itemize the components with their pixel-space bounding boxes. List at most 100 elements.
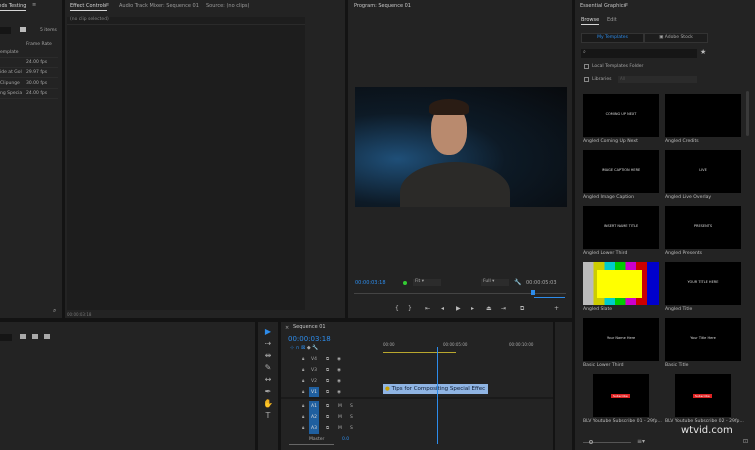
- track-label[interactable]: A3: [309, 423, 319, 434]
- selection-tool-icon[interactable]: ▶: [263, 327, 273, 337]
- local-folder-checkbox[interactable]: [584, 64, 589, 69]
- solo-button[interactable]: S: [350, 412, 353, 423]
- playhead-marker[interactable]: [531, 290, 535, 295]
- clip[interactable]: ● Tips for Compositing Special Effec: [383, 384, 489, 394]
- zoom-slider-handle[interactable]: [589, 440, 593, 444]
- template-search-input[interactable]: ⌕: [581, 49, 697, 58]
- lock-icon[interactable]: 🔒︎: [302, 412, 304, 423]
- view-icon[interactable]: [32, 334, 38, 339]
- playhead[interactable]: [437, 347, 438, 444]
- list-item[interactable]: 24.00 fps: [0, 58, 58, 68]
- view-icon[interactable]: [44, 334, 50, 339]
- tab-audio-track-mixer[interactable]: Audio Track Mixer: Sequence 01: [119, 3, 199, 9]
- project-search-input[interactable]: [0, 27, 11, 34]
- track-header[interactable]: 🔒︎ V3 ⧉ ◉: [281, 365, 381, 376]
- solo-button[interactable]: S: [350, 401, 353, 412]
- track-header[interactable]: 🔒︎ A3 ⧉ M S: [281, 423, 381, 434]
- list-item[interactable]: emplate: [0, 48, 58, 58]
- compare-button[interactable]: ⧉: [520, 305, 524, 313]
- timeline-timecode[interactable]: 00:00:03:18: [288, 335, 331, 343]
- template-thumbnail[interactable]: IMAGE CAPTION HERE: [583, 150, 659, 193]
- go-to-out-button[interactable]: ⇥: [501, 305, 506, 312]
- lift-button[interactable]: ⏏: [486, 305, 492, 312]
- solo-button[interactable]: S: [350, 423, 353, 434]
- search-icon[interactable]: ⌕: [53, 307, 56, 315]
- eye-icon[interactable]: ◉: [337, 376, 341, 387]
- tab-edit[interactable]: Edit: [607, 17, 617, 23]
- my-templates-button[interactable]: My Templates: [581, 33, 644, 43]
- sort-icon[interactable]: ≡▾: [637, 438, 645, 445]
- mark-out-button[interactable]: }: [408, 305, 412, 312]
- sync-icon[interactable]: ⧉: [326, 354, 329, 365]
- template-thumbnail[interactable]: YOUR TITLE HERE: [665, 262, 741, 305]
- view-icon[interactable]: [20, 334, 26, 339]
- libraries-dropdown[interactable]: All: [618, 76, 697, 83]
- list-item[interactable]: Clipunge 30.00 fps: [0, 79, 58, 89]
- track-header[interactable]: 🔒︎ A1 ⧉ M S: [281, 401, 381, 412]
- media-path-input[interactable]: [0, 334, 12, 341]
- mute-button[interactable]: M: [338, 412, 342, 423]
- lock-icon[interactable]: 🔒︎: [302, 401, 304, 412]
- track-header[interactable]: 🔒︎ V2 ⧉ ◉: [281, 376, 381, 387]
- play-button[interactable]: ▶: [456, 305, 461, 312]
- sync-icon[interactable]: ⧉: [326, 412, 329, 423]
- wrench-icon[interactable]: 🔧: [514, 279, 521, 286]
- step-forward-button[interactable]: ▸: [471, 305, 474, 312]
- template-thumbnail[interactable]: Your Name Here: [583, 318, 659, 361]
- go-to-in-button[interactable]: ⇤: [425, 305, 430, 312]
- fit-dropdown[interactable]: Fit ▾: [413, 279, 441, 286]
- zoom-bar[interactable]: [534, 297, 565, 298]
- menu-icon[interactable]: ≡: [624, 2, 628, 8]
- libraries-checkbox[interactable]: [584, 77, 589, 82]
- template-thumbnail[interactable]: [665, 94, 741, 137]
- eye-icon[interactable]: ◉: [337, 365, 341, 376]
- track-header[interactable]: 🔒︎ A2 ⧉ M S: [281, 412, 381, 423]
- mute-button[interactable]: M: [338, 401, 342, 412]
- menu-icon[interactable]: ≡: [32, 2, 36, 8]
- tab-effect-controls[interactable]: Effect Controls: [70, 3, 107, 11]
- add-button[interactable]: +: [554, 305, 559, 312]
- template-thumbnail[interactable]: COMING UP NEXT: [583, 94, 659, 137]
- template-thumbnail[interactable]: LIVE: [665, 150, 741, 193]
- column-frame-rate[interactable]: Frame Rate: [26, 42, 52, 47]
- mark-in-button[interactable]: {: [395, 305, 399, 312]
- list-item[interactable]: ide at Gol 29.97 fps: [0, 68, 58, 78]
- ripple-edit-icon[interactable]: ⇹: [263, 351, 273, 361]
- slip-icon[interactable]: ↔: [263, 375, 273, 385]
- lock-icon[interactable]: 🔒︎: [302, 365, 304, 376]
- master-value[interactable]: 0.0: [342, 434, 349, 445]
- type-icon[interactable]: T: [263, 411, 273, 421]
- template-thumbnail[interactable]: Your Title Here: [665, 318, 741, 361]
- tab-project[interactable]: Pinds Testing: [0, 3, 27, 11]
- tab-browse[interactable]: Browse: [581, 17, 600, 25]
- adobe-stock-button[interactable]: ▣ Adobe Stock: [644, 33, 708, 43]
- quality-dropdown[interactable]: Full ▾: [481, 279, 509, 286]
- template-thumbnail[interactable]: [583, 262, 659, 305]
- tab-source[interactable]: Source: (no clips): [206, 3, 249, 9]
- snap-icons[interactable]: ⊹ ∩ ⊠ ◆ 🔧: [290, 345, 318, 351]
- track-label[interactable]: V2: [309, 376, 319, 387]
- track-label[interactable]: A2: [309, 412, 319, 423]
- track-label[interactable]: V4: [309, 354, 319, 365]
- template-thumbnail[interactable]: Subscribe: [593, 374, 649, 417]
- razor-icon[interactable]: ✎: [263, 363, 273, 373]
- mute-button[interactable]: M: [338, 423, 342, 434]
- eye-icon[interactable]: ◉: [337, 354, 341, 365]
- list-item[interactable]: ng Specia 24.00 fps: [0, 89, 58, 99]
- timeline-hscroll[interactable]: [289, 444, 334, 445]
- sync-icon[interactable]: ⧉: [326, 365, 329, 376]
- sync-icon[interactable]: ⧉: [326, 376, 329, 387]
- hand-icon[interactable]: ✋: [263, 399, 273, 409]
- menu-icon[interactable]: ≡: [105, 2, 109, 8]
- new-item-icon[interactable]: ⊡: [743, 438, 748, 445]
- template-thumbnail[interactable]: PRESENTS: [665, 206, 741, 249]
- close-icon[interactable]: ×: [285, 325, 289, 331]
- template-thumbnail[interactable]: Subscribe: [675, 374, 731, 417]
- pen-icon[interactable]: ✒: [263, 387, 273, 397]
- lock-icon[interactable]: 🔒︎: [302, 376, 304, 387]
- sync-icon[interactable]: ⧉: [326, 401, 329, 412]
- sync-icon[interactable]: ⧉: [326, 423, 329, 434]
- track-select-icon[interactable]: ⇢: [263, 339, 273, 349]
- template-thumbnail[interactable]: INSERT NAME TITLE: [583, 206, 659, 249]
- new-bin-icon[interactable]: [20, 27, 26, 32]
